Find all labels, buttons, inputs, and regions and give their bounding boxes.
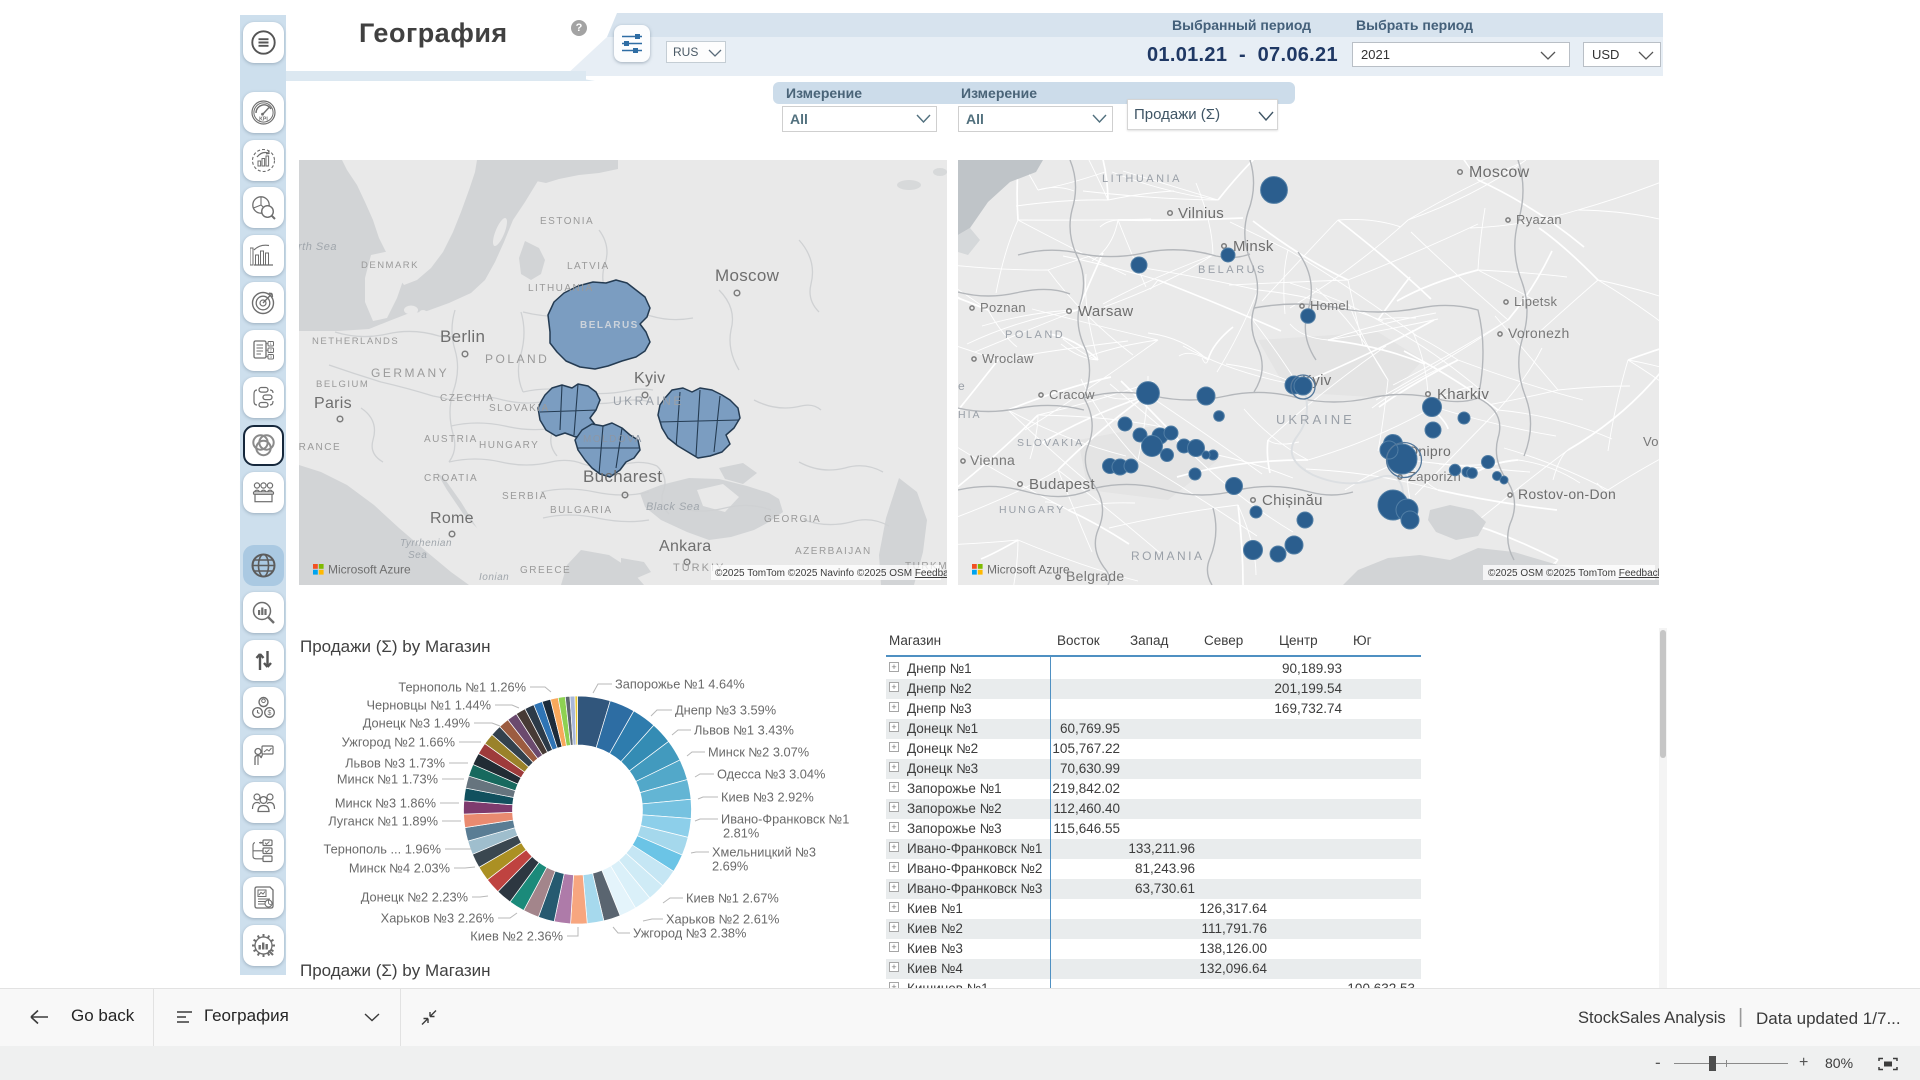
svg-text:Киев №1 2.67%: Киев №1 2.67%	[686, 891, 779, 906]
svg-text:UKRAINE: UKRAINE	[613, 394, 684, 408]
svg-text:Львов №1 3.43%: Львов №1 3.43%	[694, 723, 794, 738]
svg-text:Chișinău: Chișinău	[1262, 492, 1323, 509]
svg-text:Тернополь №1 1.26%: Тернополь №1 1.26%	[398, 680, 526, 695]
svg-text:Минск №1 1.73%: Минск №1 1.73%	[337, 772, 438, 787]
svg-text:KPI: KPI	[259, 117, 268, 123]
svg-text:Kyiv: Kyiv	[634, 370, 665, 387]
svg-text:Ionian: Ionian	[479, 572, 509, 583]
svg-text:CROATIA: CROATIA	[424, 473, 478, 484]
svg-text:LITHUANIA: LITHUANIA	[528, 283, 594, 294]
svg-text:Ужгород №3 2.38%: Ужгород №3 2.38%	[633, 926, 746, 941]
svg-text:BELARUS: BELARUS	[1198, 264, 1267, 276]
svg-text:SLOVAKIA: SLOVAKIA	[1017, 437, 1084, 449]
svg-text:Запорожье №1 4.64%: Запорожье №1 4.64%	[615, 677, 745, 692]
svg-text:$: $	[268, 710, 272, 717]
svg-text:Донецк №3 1.49%: Донецк №3 1.49%	[363, 716, 470, 731]
svg-text:Voronezh: Voronezh	[1508, 325, 1570, 341]
svg-text:CZECHIA: CZECHIA	[440, 393, 494, 404]
svg-text:Bucharest: Bucharest	[583, 467, 662, 486]
svg-text:UKRAINE: UKRAINE	[1276, 412, 1355, 427]
svg-text:SLOVAKIA: SLOVAKIA	[489, 403, 550, 414]
svg-text:Kharkiv: Kharkiv	[1437, 386, 1489, 403]
svg-text:Минск №3 1.86%: Минск №3 1.86%	[335, 796, 436, 811]
svg-text:NETHERLANDS: NETHERLANDS	[312, 336, 399, 347]
svg-text:AUSTRIA: AUSTRIA	[424, 434, 478, 445]
svg-text:BELGIUM: BELGIUM	[316, 379, 369, 390]
svg-text:GERMANY: GERMANY	[371, 366, 449, 380]
svg-text:Ryazan: Ryazan	[1516, 212, 1562, 227]
svg-text:SERBIA: SERBIA	[502, 491, 548, 502]
svg-text:Vilnius: Vilnius	[1178, 205, 1224, 222]
svg-text:Wroclaw: Wroclaw	[982, 351, 1034, 366]
svg-text:e: e	[958, 379, 966, 393]
svg-text:Rome: Rome	[430, 510, 474, 527]
svg-text:HIA: HIA	[958, 409, 982, 421]
svg-text:LITHUANIA: LITHUANIA	[1102, 173, 1182, 185]
svg-text:Хмельницкий №3: Хмельницкий №3	[712, 845, 816, 860]
svg-text:LATVIA: LATVIA	[567, 261, 610, 272]
svg-text:Тернополь ... 1.96%: Тернополь ... 1.96%	[324, 842, 441, 857]
svg-text:DENMARK: DENMARK	[361, 260, 419, 271]
svg-text:Черновцы №1 1.44%: Черновцы №1 1.44%	[366, 698, 491, 713]
svg-text:BULGARIA: BULGARIA	[550, 505, 613, 516]
svg-text:HUNGARY: HUNGARY	[479, 440, 539, 451]
svg-text:Homel: Homel	[1310, 298, 1349, 313]
svg-text:Минск №4 2.03%: Минск №4 2.03%	[349, 861, 450, 876]
svg-text:Paris: Paris	[314, 395, 352, 412]
svg-text:POLAND: POLAND	[1005, 329, 1065, 341]
svg-text:Warsaw: Warsaw	[1078, 303, 1133, 320]
svg-text:Lipetsk: Lipetsk	[1514, 294, 1557, 309]
svg-text:Ankara: Ankara	[659, 538, 712, 555]
svg-text:ESTONIA: ESTONIA	[540, 216, 594, 227]
svg-text:HUNGARY: HUNGARY	[999, 504, 1065, 516]
svg-text:Moscow: Moscow	[715, 266, 780, 285]
svg-text:BELARUS: BELARUS	[580, 320, 639, 331]
svg-text:Vienna: Vienna	[970, 452, 1015, 468]
svg-text:Rostov-on-Don: Rostov-on-Don	[1518, 486, 1616, 502]
svg-text:Moscow: Moscow	[1469, 164, 1530, 181]
svg-text:MOLDOVA: MOLDOVA	[583, 434, 643, 445]
svg-text:©2025 TomTom ©2025 Navinfo ©: ©2025 TomTom ©2025 Navinfo ©2025 OSM Fee…	[715, 568, 947, 579]
svg-text:Cracow: Cracow	[1049, 387, 1095, 402]
svg-text:©2025 OSM ©2025 TomTom Feedb: ©2025 OSM ©2025 TomTom Feedback	[1488, 568, 1659, 579]
svg-text:Харьков №3 2.26%: Харьков №3 2.26%	[381, 911, 494, 926]
svg-text:FRANCE: FRANCE	[299, 442, 341, 453]
svg-text:Львов №3 1.73%: Львов №3 1.73%	[345, 756, 445, 771]
svg-text:2.69%: 2.69%	[712, 859, 748, 874]
svg-text:Луганск №1 1.89%: Луганск №1 1.89%	[328, 814, 438, 829]
svg-text:rth Sea: rth Sea	[299, 241, 337, 253]
svg-text:Харьков №2 2.61%: Харьков №2 2.61%	[666, 912, 779, 927]
svg-text:2.81%: 2.81%	[723, 826, 759, 841]
svg-text:Одесса №3 3.04%: Одесса №3 3.04%	[717, 767, 825, 782]
svg-text:Budapest: Budapest	[1029, 476, 1095, 493]
svg-text:Киев №3 2.92%: Киев №3 2.92%	[721, 790, 814, 805]
svg-text:Минск №2 3.07%: Минск №2 3.07%	[708, 745, 809, 760]
svg-text:AZERBAIJAN: AZERBAIJAN	[795, 546, 872, 557]
svg-text:Black Sea: Black Sea	[646, 501, 700, 513]
svg-text:GEORGIA: GEORGIA	[764, 514, 821, 525]
svg-text:Днепр №3 3.59%: Днепр №3 3.59%	[675, 703, 776, 718]
svg-text:Poznan: Poznan	[980, 300, 1026, 315]
svg-text:Tyrrhenian: Tyrrhenian	[400, 538, 452, 549]
svg-text:Berlin: Berlin	[440, 327, 485, 346]
svg-text:Microsoft Azure: Microsoft Azure	[328, 563, 411, 577]
svg-text:Minsk: Minsk	[1233, 238, 1274, 255]
svg-text:Ужгород №2 1.66%: Ужгород №2 1.66%	[342, 735, 455, 750]
svg-text:ROMANIA: ROMANIA	[1131, 549, 1205, 563]
svg-text:GREECE: GREECE	[520, 565, 571, 576]
svg-text:Донецк №2 2.23%: Донецк №2 2.23%	[361, 890, 468, 905]
svg-text:Киев №2 2.36%: Киев №2 2.36%	[470, 929, 563, 944]
svg-text:Sea: Sea	[408, 550, 427, 561]
svg-text:Volgo: Volgo	[1643, 434, 1659, 449]
svg-text:Belgrade: Belgrade	[1066, 568, 1124, 584]
svg-text:Microsoft Azure: Microsoft Azure	[987, 563, 1070, 577]
svg-text:Ивано-Франковск №1: Ивано-Франковск №1	[721, 812, 849, 827]
svg-text:POLAND: POLAND	[485, 352, 549, 366]
